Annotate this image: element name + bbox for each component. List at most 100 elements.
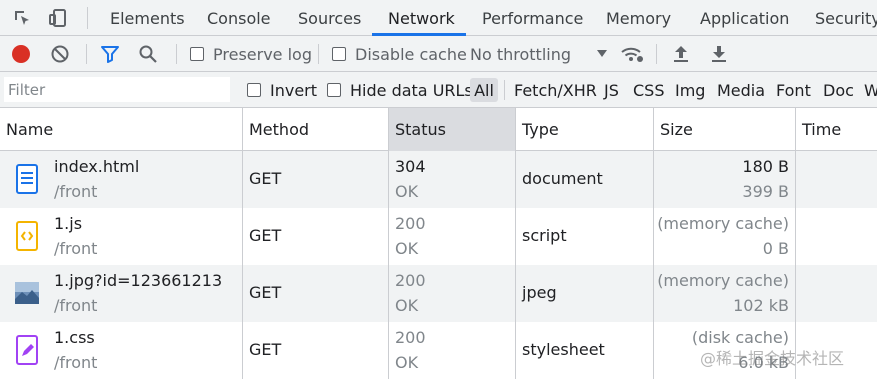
stylesheet-file-icon [16,335,38,365]
type-filter-css[interactable]: CSS [633,72,664,108]
html-document-icon [16,164,38,194]
preserve-log-checkbox[interactable]: Preserve log [190,36,312,72]
request-type: jpeg [522,283,557,302]
toolbar-separator [318,44,319,64]
disable-cache-checkbox[interactable]: Disable cache [332,36,467,72]
checkbox-box [332,47,346,61]
request-path: /front [54,239,98,258]
network-toolbar: Preserve log Disable cache No throttling [0,36,877,72]
request-name: 1.js [54,214,83,233]
request-name: index.html [54,157,140,176]
type-filter-ws[interactable]: W [864,72,877,108]
watermark: @稀土掘金技术社区 [700,349,845,368]
inspect-element-icon[interactable] [10,6,34,30]
column-header-time[interactable]: Time [796,108,877,151]
device-toolbar-icon[interactable] [46,6,70,30]
request-path: /front [54,182,98,201]
checkbox-box [247,83,261,97]
request-size: (memory cache) [657,214,789,233]
throttling-value: No throttling [470,44,572,64]
type-filter-js[interactable]: JS [604,72,619,108]
table-row[interactable]: 1.js /front GET 200 OK script (memory ca… [0,208,877,265]
request-resource-size: 102 kB [733,296,789,315]
toolbar-separator [176,44,177,64]
invert-label: Invert [270,80,318,100]
request-resource-size: 0 B [762,239,789,258]
request-method: GET [249,226,282,245]
network-request-table: Name Method Status Type Size Time index.… [0,108,877,379]
tab-console[interactable]: Console [207,0,271,36]
column-divider[interactable] [653,108,654,379]
devtools-tab-bar: Elements Console Sources Network Perform… [0,0,877,36]
type-filter-font[interactable]: Font [776,72,811,108]
column-divider[interactable] [515,108,516,379]
request-path: /front [54,296,98,315]
filter-separator [504,80,505,100]
download-icon [712,46,726,62]
filter-toggle-button[interactable] [100,36,120,72]
request-method: GET [249,340,282,359]
toolbar-separator [86,44,87,64]
type-filter-doc[interactable]: Doc [823,72,854,108]
disable-cache-label: Disable cache [355,44,467,64]
column-header-size[interactable]: Size [654,108,795,151]
upload-icon [674,46,688,62]
request-path: /front [54,353,98,372]
request-type: stylesheet [522,340,605,359]
request-type: document [522,169,603,188]
script-file-icon [16,221,38,251]
request-type: script [522,226,567,245]
table-row[interactable]: index.html /front GET 304 OK document 18… [0,151,877,208]
type-filter-all[interactable]: All [470,78,498,102]
import-har-button[interactable] [672,36,690,72]
image-thumbnail-icon [15,282,39,304]
record-icon [12,45,30,63]
column-divider[interactable] [795,108,796,379]
tab-performance[interactable]: Performance [482,0,583,36]
search-button[interactable] [138,36,158,72]
column-header-type[interactable]: Type [516,108,653,151]
hide-data-urls-label: Hide data URLs [350,80,473,100]
checkbox-box [190,47,204,61]
tab-separator [87,7,88,29]
invert-checkbox[interactable]: Invert [247,72,317,108]
column-divider[interactable] [242,108,243,379]
throttling-select[interactable]: No throttling [470,36,608,72]
checkbox-box [327,83,341,97]
request-status-text: OK [395,239,419,258]
table-header-row: Name Method Status Type Size Time [0,108,877,151]
table-row[interactable]: 1.jpg?id=123661213 /front GET 200 OK jpe… [0,265,877,322]
request-method: GET [249,169,282,188]
tab-sources[interactable]: Sources [298,0,361,36]
request-name: 1.css [54,328,95,347]
request-status-text: OK [395,353,419,372]
request-status-text: OK [395,182,419,201]
column-header-name[interactable]: Name [0,108,242,151]
record-button[interactable] [10,36,32,72]
filter-input[interactable] [4,77,230,102]
request-status-code: 200 [395,271,426,290]
filter-bar: Invert Hide data URLs All Fetch/XHR JS C… [0,72,877,108]
request-status-code: 200 [395,328,426,347]
column-header-method[interactable]: Method [243,108,388,151]
hide-data-urls-checkbox[interactable]: Hide data URLs [327,72,473,108]
dropdown-arrow-icon [597,50,608,57]
tab-network[interactable]: Network [388,0,455,36]
column-header-status[interactable]: Status [389,108,515,151]
column-divider[interactable] [388,108,389,379]
request-name: 1.jpg?id=123661213 [54,271,223,290]
network-conditions-button[interactable] [620,36,644,72]
clear-button[interactable] [50,36,70,72]
preserve-log-label: Preserve log [213,44,312,64]
type-filter-media[interactable]: Media [717,72,765,108]
tab-security[interactable]: Security [815,0,877,36]
type-filter-fetch-xhr[interactable]: Fetch/XHR [514,72,597,108]
type-filter-img[interactable]: Img [675,72,705,108]
request-size: (memory cache) [657,271,789,290]
request-status-code: 304 [395,157,426,176]
tab-application[interactable]: Application [700,0,789,36]
export-har-button[interactable] [710,36,728,72]
request-method: GET [249,283,282,302]
tab-elements[interactable]: Elements [110,0,185,36]
tab-memory[interactable]: Memory [606,0,671,36]
